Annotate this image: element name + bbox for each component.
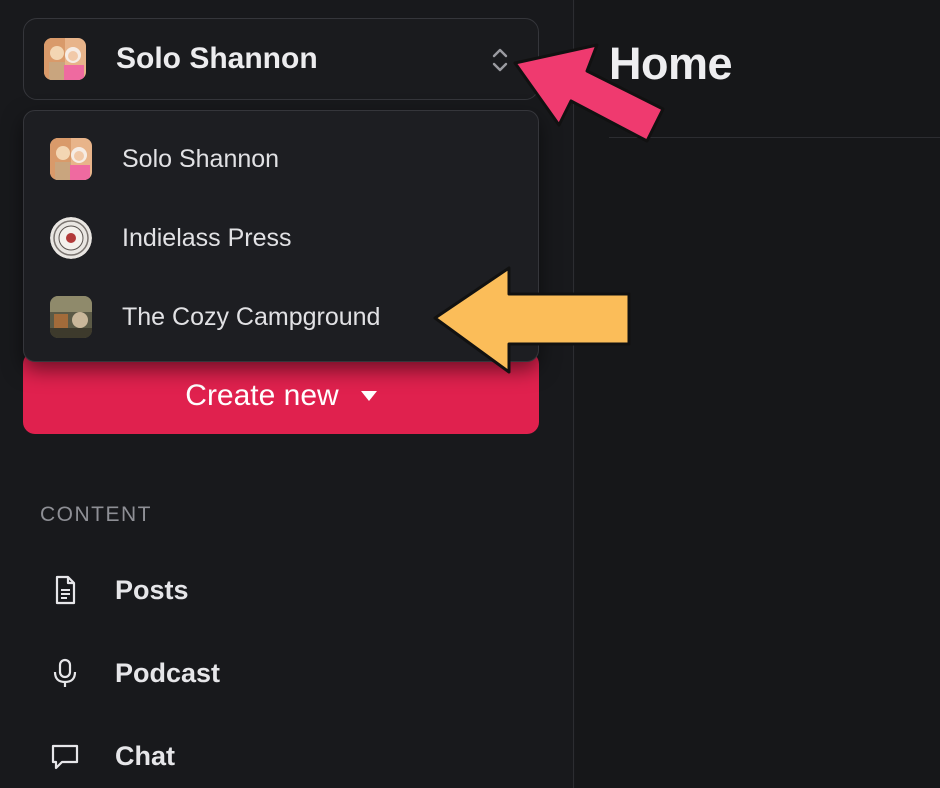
solo-shannon-avatar [50, 138, 92, 180]
cozy-campground-avatar [50, 296, 92, 338]
solo-shannon-avatar [44, 38, 86, 80]
publication-option-solo-shannon[interactable]: Solo Shannon [24, 119, 538, 199]
indielass-press-avatar [50, 217, 92, 259]
sidebar-item-label: Posts [115, 574, 189, 605]
sidebar-item-label: Chat [115, 740, 175, 771]
chat-bubble-icon [51, 744, 79, 770]
publication-switcher[interactable]: Solo Shannon [23, 18, 539, 100]
publication-option-label: Solo Shannon [122, 144, 280, 173]
sidebar-item-posts[interactable]: Posts [0, 560, 574, 620]
pink-arrow-annotation [513, 43, 665, 143]
microphone-icon [53, 658, 77, 687]
current-publication-name: Solo Shannon [116, 42, 318, 75]
publication-option-label: The Cozy Campground [122, 302, 381, 331]
sidebar-item-chat[interactable]: Chat [0, 726, 574, 786]
document-icon [55, 575, 76, 605]
create-new-label: Create new [185, 379, 339, 412]
publication-option-label: Indielass Press [122, 223, 292, 252]
sidebar-item-label: Podcast [115, 657, 221, 688]
sidebar-item-podcast[interactable]: Podcast [0, 643, 574, 703]
content-section-label: CONTENT [40, 503, 152, 526]
sidebar: Solo Shannon Solo Shannon Indielass Pres… [0, 0, 574, 788]
yellow-arrow-annotation [433, 266, 631, 374]
caret-down-icon [360, 391, 377, 401]
